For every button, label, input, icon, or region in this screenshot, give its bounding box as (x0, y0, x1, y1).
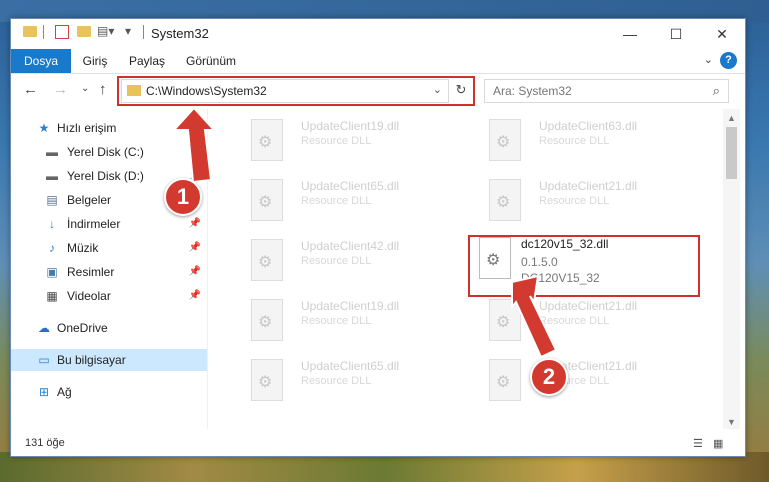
step-1-badge: 1 (164, 178, 202, 216)
step-2-badge: 2 (530, 358, 568, 396)
annotation-arrows (171, 106, 558, 359)
arrow-1 (171, 106, 217, 184)
arrow-2 (511, 274, 558, 359)
